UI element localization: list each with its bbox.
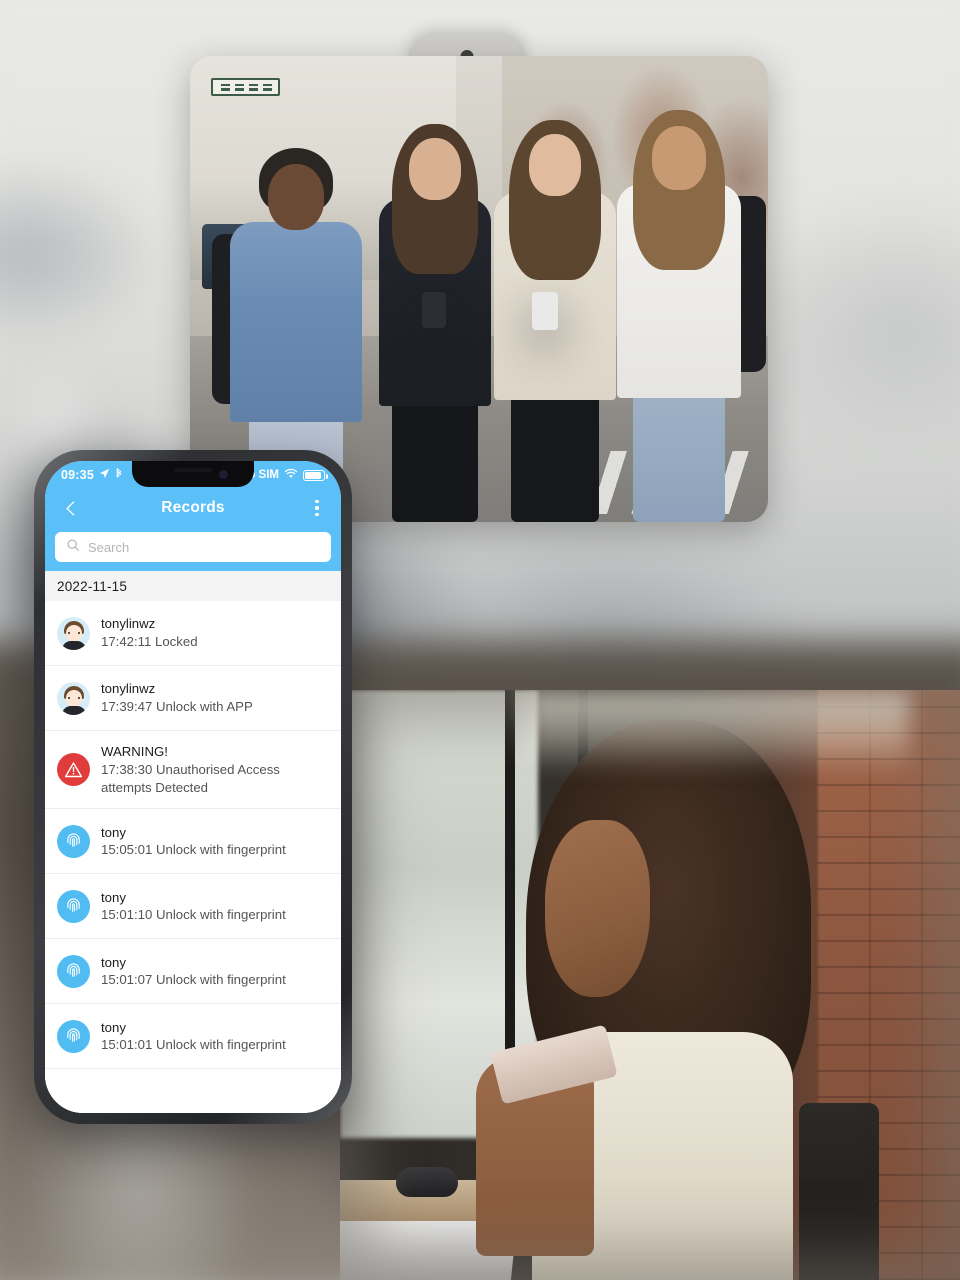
record-text: tony 15:01:07 Unlock with fingerprint	[101, 954, 329, 990]
legs	[633, 390, 725, 522]
legs	[392, 398, 478, 522]
app-bar: Records	[45, 489, 341, 527]
storefront-sign	[211, 78, 281, 97]
record-text: tonylinwz 17:42:11 Locked	[101, 615, 329, 651]
location-arrow-icon	[99, 468, 110, 482]
smartphone	[532, 292, 558, 330]
date-group-header: 2022-11-15	[45, 571, 341, 601]
back-arrow-icon[interactable]	[58, 495, 84, 521]
record-subtitle: 15:01:10 Unlock with fingerprint	[101, 907, 286, 923]
page-title: Records	[161, 499, 225, 516]
search-icon	[66, 538, 80, 557]
search-bar[interactable]	[55, 532, 331, 562]
fingerprint-icon	[57, 824, 90, 858]
records-list[interactable]: 2022-11-15 tonylinwz 17:42:11 Locked ton…	[45, 571, 341, 1113]
fingerprint-icon	[57, 889, 90, 923]
record-subtitle: 17:39:47 Unlock with APP	[101, 699, 253, 714]
cafe-woman-photo	[340, 690, 960, 1280]
woman-face	[544, 819, 650, 997]
record-row-4[interactable]: tony 15:01:10 Unlock with fingerprint	[45, 874, 341, 940]
record-title: tony	[101, 1019, 126, 1035]
record-text: tony 15:01:01 Unlock with fingerprint	[101, 1019, 329, 1055]
computer-mouse	[395, 1167, 458, 1198]
search-area	[45, 527, 341, 571]
record-title: tony	[101, 889, 126, 905]
earpiece-speaker	[174, 468, 212, 472]
warning-triangle-icon	[57, 753, 90, 787]
more-vertical-icon[interactable]	[306, 495, 328, 521]
chair	[798, 1103, 880, 1280]
status-time: 09:35	[61, 468, 94, 482]
record-subtitle: 15:01:07 Unlock with fingerprint	[101, 972, 286, 988]
fingerprint-icon	[57, 954, 90, 988]
search-input[interactable]	[88, 539, 320, 555]
record-text: WARNING! 17:38:30 Unauthorised Access at…	[101, 743, 329, 796]
front-camera-icon	[219, 470, 228, 479]
person-avatar-icon	[57, 681, 90, 715]
record-row-3[interactable]: tony 15:05:01 Unlock with fingerprint	[45, 809, 341, 875]
window-light-glow	[526, 690, 911, 773]
girl-white-hoodie	[594, 92, 766, 522]
battery-icon	[303, 469, 328, 481]
record-title: tonylinwz	[101, 681, 156, 697]
phone-notch	[132, 461, 254, 487]
bluetooth-icon	[115, 467, 123, 483]
record-row-0[interactable]: tonylinwz 17:42:11 Locked	[45, 601, 341, 666]
phone-mockup: 09:35 No SIM Records Search 2022-11-15 t…	[34, 450, 352, 1124]
phone-screen: 09:35 No SIM Records Search 2022-11-15 t…	[45, 461, 341, 1113]
record-subtitle: 17:38:30 Unauthorised Access attempts De…	[101, 761, 280, 795]
person-avatar-icon	[57, 616, 90, 650]
record-subtitle: 15:01:01 Unlock with fingerprint	[101, 1037, 286, 1053]
record-title: tony	[101, 954, 126, 970]
wifi-icon	[284, 468, 298, 482]
record-row-2[interactable]: WARNING! 17:38:30 Unauthorised Access at…	[45, 731, 341, 810]
head	[409, 138, 461, 200]
record-subtitle: 15:05:01 Unlock with fingerprint	[101, 842, 286, 858]
promo-composite: 09:35 No SIM Records Search 2022-11-15 t…	[0, 0, 960, 1280]
record-text: tonylinwz 17:39:47 Unlock with APP	[101, 680, 329, 716]
head	[268, 164, 324, 230]
fingerprint-icon	[57, 1019, 90, 1053]
record-title: tony	[101, 824, 126, 840]
record-title: WARNING!	[101, 744, 168, 759]
record-row-1[interactable]: tonylinwz 17:39:47 Unlock with APP	[45, 666, 341, 731]
head	[652, 126, 706, 190]
smartphone	[422, 292, 446, 328]
record-title: tonylinwz	[101, 616, 156, 632]
record-row-6[interactable]: tony 15:01:01 Unlock with fingerprint	[45, 1004, 341, 1070]
torso	[230, 222, 362, 422]
head	[529, 134, 581, 196]
record-subtitle: 17:42:11 Locked	[101, 634, 198, 649]
list-bottom-spacer	[45, 1069, 341, 1113]
record-text: tony 15:01:10 Unlock with fingerprint	[101, 889, 329, 925]
record-row-5[interactable]: tony 15:01:07 Unlock with fingerprint	[45, 939, 341, 1005]
status-bar-left: 09:35	[61, 467, 123, 483]
record-text: tony 15:05:01 Unlock with fingerprint	[101, 824, 329, 860]
legs	[511, 392, 599, 522]
